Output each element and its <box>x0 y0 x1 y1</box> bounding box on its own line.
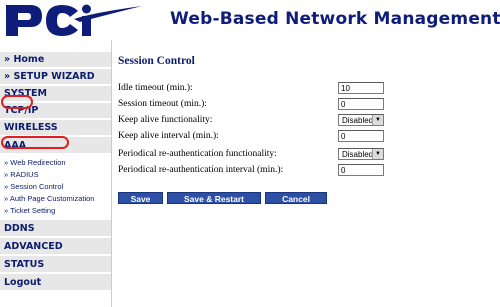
session-control-highlight-circle <box>1 136 69 149</box>
sidebar-subitem-auth-page-customization[interactable]: » Auth Page Customization <box>0 193 111 205</box>
reauth-interval-label: Periodical re-authentication interval (m… <box>118 165 284 175</box>
field-row-keep-alive-interval: Keep alive interval (min.): <box>118 130 498 143</box>
save-restart-button[interactable]: Save & Restart <box>167 192 261 204</box>
field-row-keep-alive-functionality: Keep alive functionality: Disabled ▼ <box>118 114 498 127</box>
reauth-functionality-label: Periodical re-authentication functionali… <box>118 149 277 159</box>
keep-alive-functionality-select[interactable]: Disabled ▼ <box>338 114 384 126</box>
reauth-functionality-select[interactable]: Disabled ▼ <box>338 148 384 160</box>
idle-timeout-input[interactable] <box>338 82 384 94</box>
main-content: Session Control Idle timeout (min.): Ses… <box>118 40 498 307</box>
session-timeout-label: Session timeout (min.): <box>118 99 207 109</box>
app-title: Web-Based Network Management <box>170 9 500 29</box>
sidebar-nav: » Home » SETUP WIZARD SYSTEM TCP/IP WIRE… <box>0 40 112 307</box>
sidebar-subitem-web-redirection[interactable]: » Web Redirection <box>0 157 111 169</box>
reauth-interval-input[interactable] <box>338 164 384 176</box>
field-row-reauth-interval: Periodical re-authentication interval (m… <box>118 164 498 177</box>
field-row-reauth-functionality: Periodical re-authentication functionali… <box>118 148 498 161</box>
aaa-highlight-circle <box>1 95 33 109</box>
sidebar-item-wireless[interactable]: WIRELESS <box>0 120 111 136</box>
header: Web-Based Network Management <box>0 0 500 40</box>
reauth-functionality-value: Disabled <box>342 150 374 159</box>
cancel-button[interactable]: Cancel <box>265 192 327 204</box>
sidebar-item-ddns[interactable]: DDNS <box>0 220 111 237</box>
keep-alive-functionality-label: Keep alive functionality: <box>118 115 213 125</box>
session-timeout-input[interactable] <box>338 98 384 110</box>
keep-alive-interval-input[interactable] <box>338 130 384 142</box>
keep-alive-functionality-value: Disabled <box>342 116 374 125</box>
field-row-session-timeout: Session timeout (min.): <box>118 98 498 111</box>
save-button[interactable]: Save <box>118 192 163 204</box>
sidebar-item-status[interactable]: STATUS <box>0 256 111 273</box>
chevron-down-icon: ▼ <box>372 115 383 125</box>
keep-alive-interval-label: Keep alive interval (min.): <box>118 131 219 141</box>
sidebar-item-advanced[interactable]: ADVANCED <box>0 238 111 255</box>
idle-timeout-label: Idle timeout (min.): <box>118 83 193 93</box>
sidebar-item-setup-wizard[interactable]: » SETUP WIZARD <box>0 69 111 85</box>
sidebar-subitem-radius[interactable]: » RADIUS <box>0 169 111 181</box>
field-row-idle-timeout: Idle timeout (min.): <box>118 82 498 95</box>
pci-logo <box>2 2 152 42</box>
sidebar-item-logout[interactable]: Logout <box>0 274 111 291</box>
chevron-down-icon: ▼ <box>372 149 383 159</box>
sidebar-subitem-ticket-setting[interactable]: » Ticket Setting <box>0 205 111 217</box>
sidebar-item-home[interactable]: » Home <box>0 52 111 68</box>
sidebar-subitem-session-control[interactable]: » Session Control <box>0 181 111 193</box>
page-title: Session Control <box>118 55 195 67</box>
